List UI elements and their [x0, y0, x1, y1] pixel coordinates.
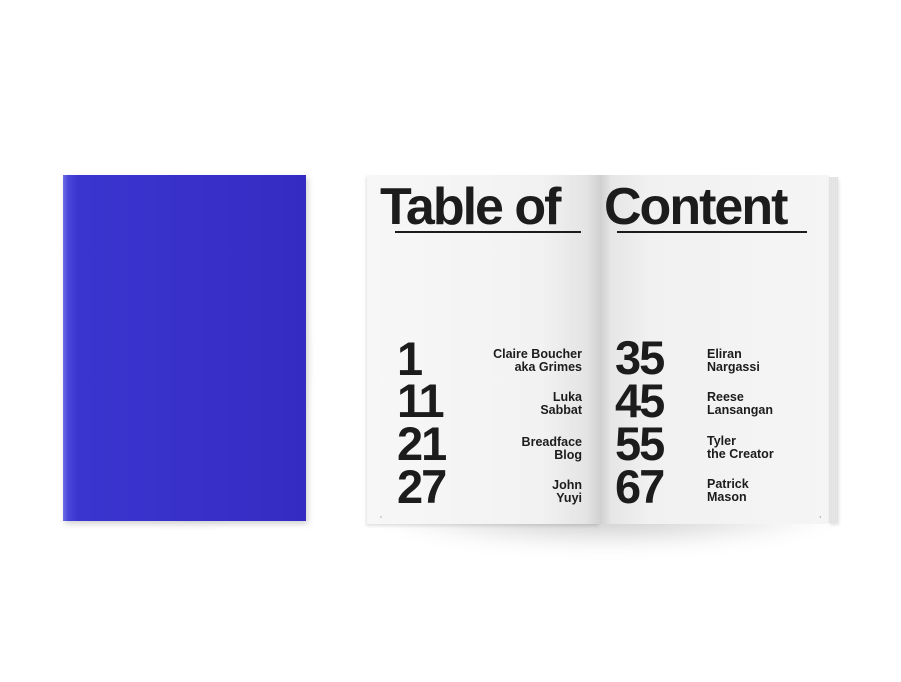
title-rule-right — [617, 231, 807, 233]
title-rule-left — [395, 231, 581, 233]
entry-name: Patrick Mason — [707, 477, 749, 504]
page-number: 67 — [615, 460, 665, 513]
entry-name: Eliran Nargassi — [707, 347, 760, 374]
folio-right: 3 — [819, 515, 821, 519]
entry-name: John Yuyi — [552, 478, 582, 505]
title-left: Table of — [380, 178, 561, 236]
entry-name: Tyler the Creator — [707, 434, 774, 461]
right-page: Content 35 Eliran Nargassi 45 Reese Lans… — [600, 175, 829, 524]
page-number: 27 — [397, 460, 447, 513]
title-right: Content — [604, 178, 788, 236]
page-edge — [829, 177, 838, 523]
folio-left: 2 — [380, 515, 382, 519]
entry-name: Reese Lansangan — [707, 390, 773, 417]
entry-name: Claire Boucher aka Grimes — [493, 347, 582, 374]
entry-name: Breadface Blog — [521, 435, 582, 462]
entry-name: Luka Sabbat — [540, 390, 582, 417]
magazine-cover — [63, 175, 306, 521]
left-page: Table of 1 Claire Boucher aka Grimes 11 … — [367, 175, 600, 524]
